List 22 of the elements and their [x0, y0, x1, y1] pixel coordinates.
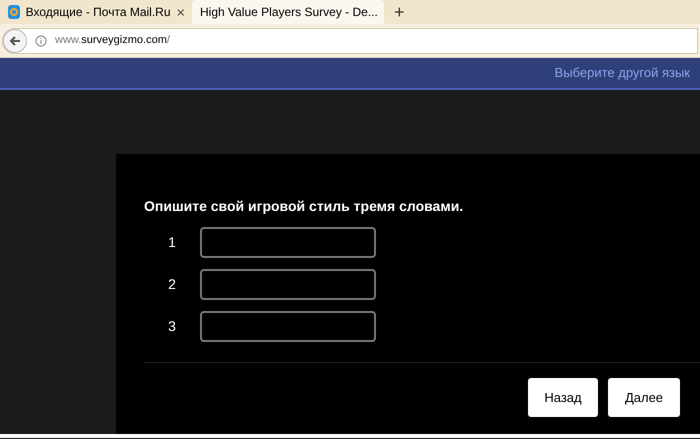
field-number: 3	[167, 317, 177, 336]
browser-tab[interactable]: High Value Players Survey - De...	[192, 0, 384, 24]
close-icon[interactable]	[176, 8, 184, 16]
field-number: 1	[167, 233, 177, 252]
nav-button[interactable]: Назад	[528, 378, 598, 417]
browser-tab[interactable]: Входящие - Почта Mail.Ru	[0, 0, 192, 24]
question-text: Опишите свой игровой стиль тремя словами.	[144, 197, 464, 216]
language-link[interactable]: Выберите другой язык	[554, 63, 690, 83]
info-icon[interactable]	[35, 34, 47, 46]
mail-icon	[8, 5, 20, 19]
new-tab-button[interactable]: +	[384, 0, 415, 24]
field-number: 2	[167, 275, 177, 294]
back-button[interactable]	[3, 28, 27, 52]
url-text: www.surveygizmo.com/	[55, 33, 170, 48]
tab-title: High Value Players Survey - De...	[200, 4, 378, 21]
input-field[interactable]	[200, 227, 376, 258]
tab-title: Входящие - Почта Mail.Ru	[26, 4, 171, 21]
address-bar[interactable]: www.surveygizmo.com/	[2, 28, 698, 54]
nav-button[interactable]: Далее	[608, 378, 680, 417]
input-field[interactable]	[200, 269, 376, 300]
back-arrow-icon	[9, 34, 21, 46]
input-field[interactable]	[200, 311, 376, 342]
